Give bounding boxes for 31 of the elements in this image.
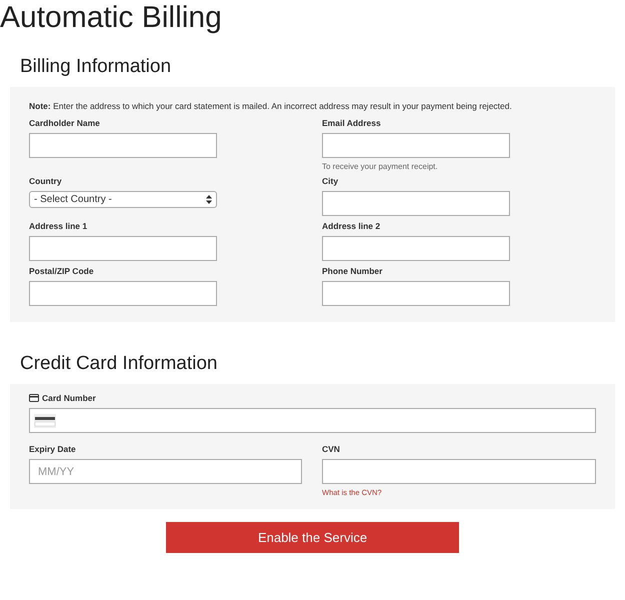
field-label: Address line 1 — [29, 220, 88, 232]
field-label: Postal/ZIP Code — [29, 265, 94, 277]
page-title: Automatic Billing — [0, 0, 222, 35]
field-label: Email Address — [322, 117, 381, 129]
enable-service-button[interactable]: Enable the Service — [166, 522, 459, 553]
field-label: Address line 2 — [322, 220, 380, 232]
text-field[interactable] — [29, 133, 217, 158]
updown-icon — [206, 195, 212, 204]
section-title: Credit Card Information — [20, 352, 218, 376]
expiry-field[interactable]: MM/YY — [29, 459, 302, 484]
field-hint: To receive your payment receipt. — [322, 162, 438, 171]
text-field[interactable] — [322, 191, 510, 216]
card-icon — [34, 414, 56, 428]
field-label: City — [322, 175, 338, 187]
country-select[interactable]: - Select Country - — [29, 191, 217, 208]
text-field[interactable] — [29, 236, 217, 261]
card-number-field[interactable] — [29, 408, 596, 433]
text-field[interactable] — [322, 281, 510, 306]
text-field[interactable] — [322, 133, 510, 158]
card-icon — [29, 394, 39, 402]
cvn-field[interactable] — [322, 459, 596, 484]
note-text: Note: Enter the address to which your card statement is mailed. An incorrect address may result in your payment being rejected. — [29, 101, 512, 111]
field-label: Expiry Date — [29, 443, 76, 455]
text-field[interactable] — [322, 236, 510, 261]
section-title: Billing Information — [20, 55, 172, 79]
field-label: Card Number — [29, 392, 96, 404]
field-label: Country — [29, 175, 62, 187]
field-label: Cardholder Name — [29, 117, 100, 129]
text-field[interactable] — [29, 281, 217, 306]
field-label: CVN — [322, 443, 340, 455]
field-label: Phone Number — [322, 265, 382, 277]
